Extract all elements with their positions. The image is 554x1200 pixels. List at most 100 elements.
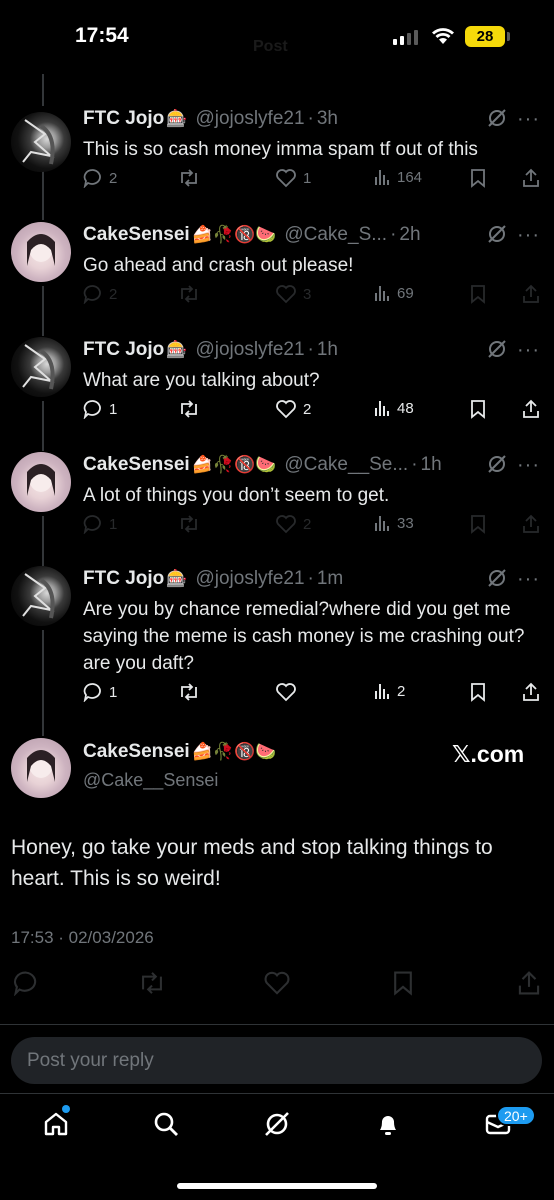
like-count: 3	[303, 285, 312, 303]
bookmark-icon	[471, 169, 485, 188]
focused-timestamp[interactable]: 17:53 · 02/03/2026	[11, 928, 154, 948]
bookmark-button[interactable]	[469, 168, 487, 188]
views-button[interactable]: 33	[373, 514, 414, 532]
reply-button[interactable]: 1	[83, 514, 117, 534]
reply-button[interactable]: 2	[83, 168, 117, 188]
more-options-icon[interactable]: ···	[517, 339, 540, 362]
author-handle[interactable]: @jojoslyfe21	[195, 108, 304, 130]
author-name[interactable]: CakeSensei	[83, 454, 190, 476]
avatar[interactable]	[11, 566, 71, 626]
like-button[interactable]	[275, 682, 303, 702]
share-icon	[523, 168, 539, 187]
views-button[interactable]: 69	[373, 284, 414, 302]
home-icon[interactable]	[42, 1110, 70, 1138]
more-options-icon[interactable]: ···	[517, 224, 540, 247]
repost-icon[interactable]	[138, 970, 166, 996]
post-text: Are you by chance remedial?where did you…	[83, 599, 525, 674]
focused-avatar[interactable]	[11, 738, 71, 798]
share-button[interactable]	[521, 168, 541, 188]
share-button[interactable]	[521, 399, 541, 419]
notifications-icon[interactable]	[374, 1110, 402, 1138]
grok-icon[interactable]	[487, 568, 507, 588]
views-button[interactable]: 2	[373, 682, 405, 700]
bookmark-button[interactable]	[469, 682, 487, 702]
dot-separator: ·	[390, 224, 397, 245]
author-name[interactable]: FTC Jojo	[83, 108, 164, 130]
avatar[interactable]	[11, 222, 71, 282]
name-emojis: 🎰	[166, 340, 188, 360]
status-bar: 17:54 Post 28	[0, 0, 554, 74]
grok-icon[interactable]	[487, 454, 507, 474]
post-time: 1h	[420, 454, 442, 475]
share-button[interactable]	[521, 682, 541, 702]
avatar[interactable]	[11, 337, 71, 397]
author-handle[interactable]: @Cake__Se...	[284, 454, 408, 476]
name-emojis: 🍰🥀🔞🍉	[191, 225, 277, 245]
grok-icon[interactable]	[487, 108, 507, 128]
like-button[interactable]: 1	[275, 168, 311, 188]
search-icon[interactable]	[152, 1110, 180, 1138]
views-count: 33	[397, 514, 414, 532]
reply-button[interactable]: 1	[83, 682, 117, 702]
dot-separator: ·	[307, 339, 314, 360]
bookmark-icon[interactable]	[391, 970, 415, 996]
thread-line	[42, 286, 44, 336]
more-options-icon[interactable]: ···	[517, 568, 540, 591]
share-button[interactable]	[521, 284, 541, 304]
reply-input[interactable]	[27, 1037, 527, 1084]
post-text: This is so cash money imma spam tf out o…	[83, 139, 478, 160]
author-handle[interactable]: @jojoslyfe21	[195, 568, 304, 590]
views-button[interactable]: 164	[373, 168, 422, 186]
focused-actions	[0, 970, 554, 998]
heart-icon	[276, 400, 296, 419]
grok-icon[interactable]	[263, 1110, 291, 1138]
bookmark-button[interactable]	[469, 284, 487, 304]
grok-icon[interactable]	[487, 339, 507, 359]
reply-icon	[83, 515, 101, 534]
views-icon	[375, 401, 389, 416]
bookmark-button[interactable]	[469, 514, 487, 534]
repost-button[interactable]	[178, 284, 200, 304]
author-name[interactable]: CakeSensei	[83, 224, 190, 246]
post-time: 3h	[316, 108, 338, 129]
views-count: 48	[397, 399, 414, 417]
reply-button[interactable]: 2	[83, 284, 117, 304]
bookmark-icon	[471, 515, 485, 534]
post-text: A lot of things you don’t seem to get.	[83, 485, 390, 506]
reply-icon[interactable]	[13, 970, 39, 996]
repost-button[interactable]	[178, 682, 200, 702]
avatar[interactable]	[11, 112, 71, 172]
status-time: 17:54	[75, 24, 129, 47]
repost-icon	[181, 400, 197, 418]
more-options-icon[interactable]: ···	[517, 454, 540, 477]
home-notification-dot	[62, 1105, 70, 1113]
home-indicator[interactable]	[177, 1183, 377, 1189]
like-button[interactable]: 2	[275, 514, 311, 534]
bookmark-icon	[471, 285, 485, 304]
like-button[interactable]: 2	[275, 399, 311, 419]
focused-author-name[interactable]: CakeSensei	[83, 741, 190, 763]
grok-icon[interactable]	[487, 224, 507, 244]
reply-composer[interactable]	[11, 1037, 542, 1084]
views-button[interactable]: 48	[373, 399, 414, 417]
focused-author-handle[interactable]: @Cake__Sensei	[83, 770, 218, 791]
repost-button[interactable]	[178, 399, 200, 419]
focused-author[interactable]: CakeSensei 🍰🥀🔞🍉	[83, 741, 276, 763]
share-button[interactable]	[521, 514, 541, 534]
heart-icon[interactable]	[263, 970, 291, 996]
author-handle[interactable]: @jojoslyfe21	[195, 339, 304, 361]
heart-icon	[276, 683, 296, 702]
repost-button[interactable]	[178, 514, 200, 534]
reply-button[interactable]: 1	[83, 399, 117, 419]
author-handle[interactable]: @Cake_S...	[284, 224, 387, 246]
bookmark-button[interactable]	[469, 399, 487, 419]
avatar[interactable]	[11, 452, 71, 512]
author-name[interactable]: FTC Jojo	[83, 339, 164, 361]
repost-button[interactable]	[178, 168, 200, 188]
thread-line	[42, 516, 44, 566]
author-name[interactable]: FTC Jojo	[83, 568, 164, 590]
more-options-icon[interactable]: ···	[517, 108, 540, 131]
post-time: 2h	[399, 224, 421, 245]
like-button[interactable]: 3	[275, 284, 311, 304]
share-icon[interactable]	[516, 970, 542, 996]
